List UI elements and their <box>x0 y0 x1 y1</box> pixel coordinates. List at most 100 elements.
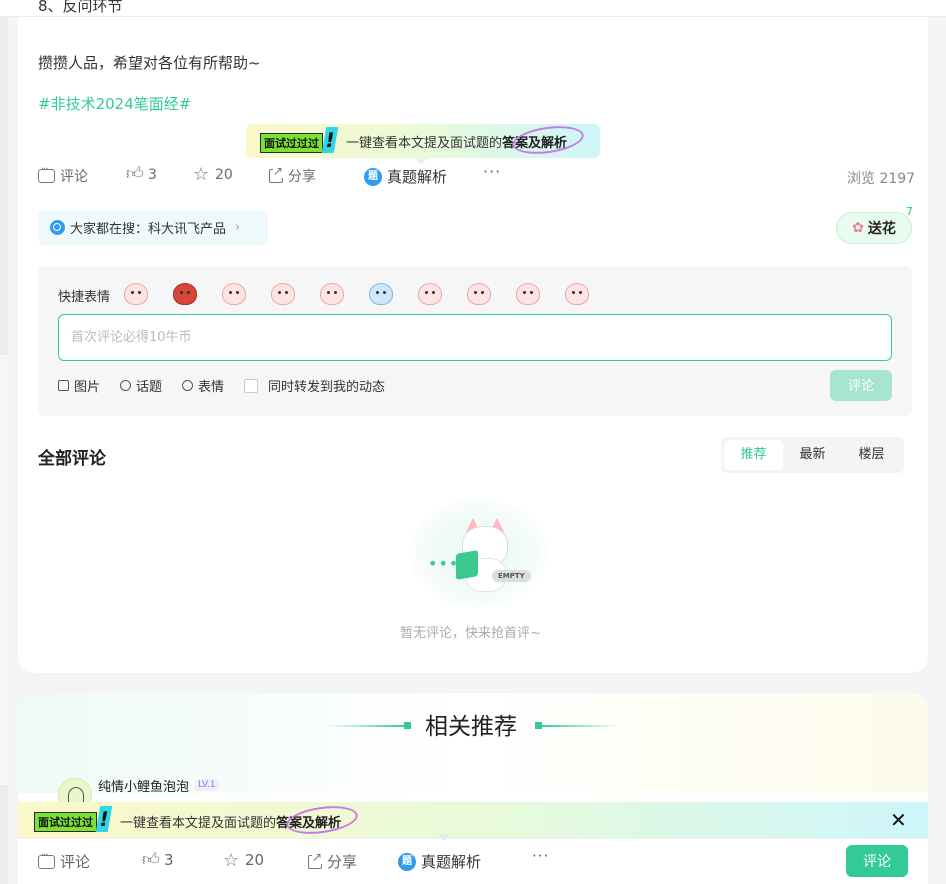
promo-text-prefix: 一键查看本文提及面试题的 <box>346 136 503 151</box>
left-scroll-gutter <box>0 0 8 884</box>
emoji-item[interactable] <box>516 283 540 305</box>
comment-editor: 快捷表情 图片 话题 表情 同时转发到我的动态 评论 <box>38 266 912 416</box>
bottom-zhenti-action[interactable]: 题 真题解析 <box>398 851 481 872</box>
repost-checkbox-row[interactable]: 同时转发到我的动态 <box>244 376 385 395</box>
zhenti-label: 真题解析 <box>387 168 448 186</box>
insert-emoji-button[interactable]: 表情 <box>182 376 224 395</box>
sticky-bottom-action-bar: 评论 👍︎ 3 ☆ 20 分享 题 真题解析 ··· 评论 <box>18 838 928 884</box>
promo-exclamation-icon: ! <box>321 127 339 153</box>
insert-topic-button[interactable]: 话题 <box>120 376 162 395</box>
answer-promo-banner[interactable]: 面试过过过 ! 一键查看本文提及面试题的答案及解析 <box>246 122 600 165</box>
repost-checkbox[interactable] <box>244 378 259 393</box>
empty-dots: ••• <box>428 554 460 573</box>
share-action[interactable]: 分享 <box>269 164 316 186</box>
user-level-badge: LV.1 <box>195 779 219 791</box>
flower-icon: ✿ <box>852 220 864 236</box>
view-count: 浏览 2197 <box>847 171 916 187</box>
promo-exclamation-icon: ! <box>95 806 113 832</box>
thumbs-up-icon: 👍︎ <box>142 849 160 870</box>
tab-recommended[interactable]: 推荐 <box>724 440 783 470</box>
star-icon: ☆ <box>193 164 210 185</box>
recommend-title: 相关推荐 <box>425 714 517 740</box>
topic-icon <box>120 380 132 391</box>
empty-state-illustration: ••• EMPTY <box>408 498 548 608</box>
emoji-item[interactable] <box>320 283 344 305</box>
top-strip-text: 8、反问环节 <box>38 0 123 15</box>
image-icon <box>58 380 69 391</box>
share-label: 分享 <box>288 169 316 185</box>
title-decor-line-right <box>540 725 620 727</box>
topic-label: 话题 <box>136 380 163 395</box>
promo-badge: 面试过过过 <box>34 812 97 832</box>
ti-badge-icon: 题 <box>398 852 416 871</box>
more-options-button[interactable]: ··· <box>483 162 501 181</box>
emoji-item[interactable] <box>124 283 148 305</box>
promo-highlight-ring <box>284 802 360 838</box>
zhenti-action[interactable]: 题 真题解析 <box>364 166 447 187</box>
star-icon: ☆ <box>223 849 240 871</box>
quick-emoji-list <box>124 283 589 305</box>
submit-comment-button[interactable]: 评论 <box>830 370 892 401</box>
bottom-comment-button[interactable]: 评论 <box>846 845 908 877</box>
empty-comments-text: 暂无评论，快来抢首评~ <box>400 626 541 641</box>
promo-badge: 面试过过过 <box>260 133 323 153</box>
comment-input[interactable] <box>71 330 891 345</box>
smile-icon <box>182 380 194 391</box>
emoji-item[interactable] <box>222 283 246 305</box>
bottom-comment-action[interactable]: 评论 <box>38 850 90 872</box>
image-label: 图片 <box>74 380 101 395</box>
send-flower-button[interactable]: ✿ 送花 <box>836 212 912 244</box>
like-count: 3 <box>148 166 157 183</box>
promo-text-prefix: 一键查看本文提及面试题的 <box>120 816 277 831</box>
bottom-favorite-action[interactable]: ☆ 20 <box>223 851 264 869</box>
trending-search-tag[interactable]: 大家都在搜：科大讯飞产品 › <box>38 210 268 245</box>
post-paragraph: 攒攒人品，希望对各位有所帮助~ <box>38 54 261 72</box>
tab-floor[interactable]: 楼层 <box>842 440 901 470</box>
editor-toolbar: 图片 话题 表情 同时转发到我的动态 <box>58 376 405 395</box>
thumbs-up-icon: 👍︎ <box>126 164 144 184</box>
promo-highlight-ring <box>510 122 586 158</box>
emoji-item[interactable] <box>467 283 491 305</box>
chevron-right-icon: › <box>235 220 241 235</box>
ti-badge-icon: 题 <box>364 167 382 186</box>
repost-label: 同时转发到我的动态 <box>268 380 386 395</box>
scroll-highlight <box>0 355 8 785</box>
comment-action[interactable]: 评论 <box>38 164 88 186</box>
trending-search-text: 大家都在搜：科大讯飞产品 <box>70 222 227 237</box>
bottom-share-label: 分享 <box>327 853 358 871</box>
favorite-action[interactable]: ☆ 20 <box>193 164 233 185</box>
all-comments-title: 全部评论 <box>38 449 106 469</box>
empty-tag: EMPTY <box>492 570 531 582</box>
comment-icon <box>38 164 55 183</box>
bottom-favorite-count: 20 <box>245 851 265 869</box>
insert-image-button[interactable]: 图片 <box>58 376 100 395</box>
favorite-count: 20 <box>215 166 233 183</box>
emoji-item[interactable] <box>418 283 442 305</box>
emoji-item[interactable] <box>173 283 197 305</box>
bottom-more-options-button[interactable]: ··· <box>532 847 549 865</box>
comment-icon <box>38 850 55 869</box>
quick-emoji-label: 快捷表情 <box>58 290 111 305</box>
comment-action-label: 评论 <box>60 169 88 185</box>
emoji-item[interactable] <box>369 283 393 305</box>
bottom-answer-promo-banner[interactable]: 面试过过过 ! 一键查看本文提及面试题的答案及解析 ✕ <box>18 802 928 838</box>
bottom-like-count: 3 <box>164 851 174 869</box>
user-name[interactable]: 纯情小鲤鱼泡泡 <box>98 776 189 795</box>
send-flower-label: 送花 <box>867 221 896 237</box>
share-icon <box>308 849 323 869</box>
like-action[interactable]: 👍︎ 3 <box>126 166 157 183</box>
tab-latest[interactable]: 最新 <box>783 440 842 470</box>
bottom-share-action[interactable]: 分享 <box>308 849 358 872</box>
search-icon <box>50 220 65 235</box>
post-hashtag-link[interactable]: #非技术2024笔面经# <box>38 93 191 114</box>
bottom-zhenti-label: 真题解析 <box>421 853 482 871</box>
emoji-item[interactable] <box>271 283 295 305</box>
close-icon[interactable]: ✕ <box>890 808 907 832</box>
emoji-label: 表情 <box>198 380 225 395</box>
comment-input-wrapper <box>58 314 892 361</box>
title-decor-line-left <box>326 725 406 727</box>
bottom-like-action[interactable]: 👍︎ 3 <box>142 851 174 869</box>
comment-sort-tabs: 推荐 最新 楼层 <box>721 437 904 473</box>
emoji-item[interactable] <box>565 283 589 305</box>
title-decor-square-left <box>404 722 411 729</box>
